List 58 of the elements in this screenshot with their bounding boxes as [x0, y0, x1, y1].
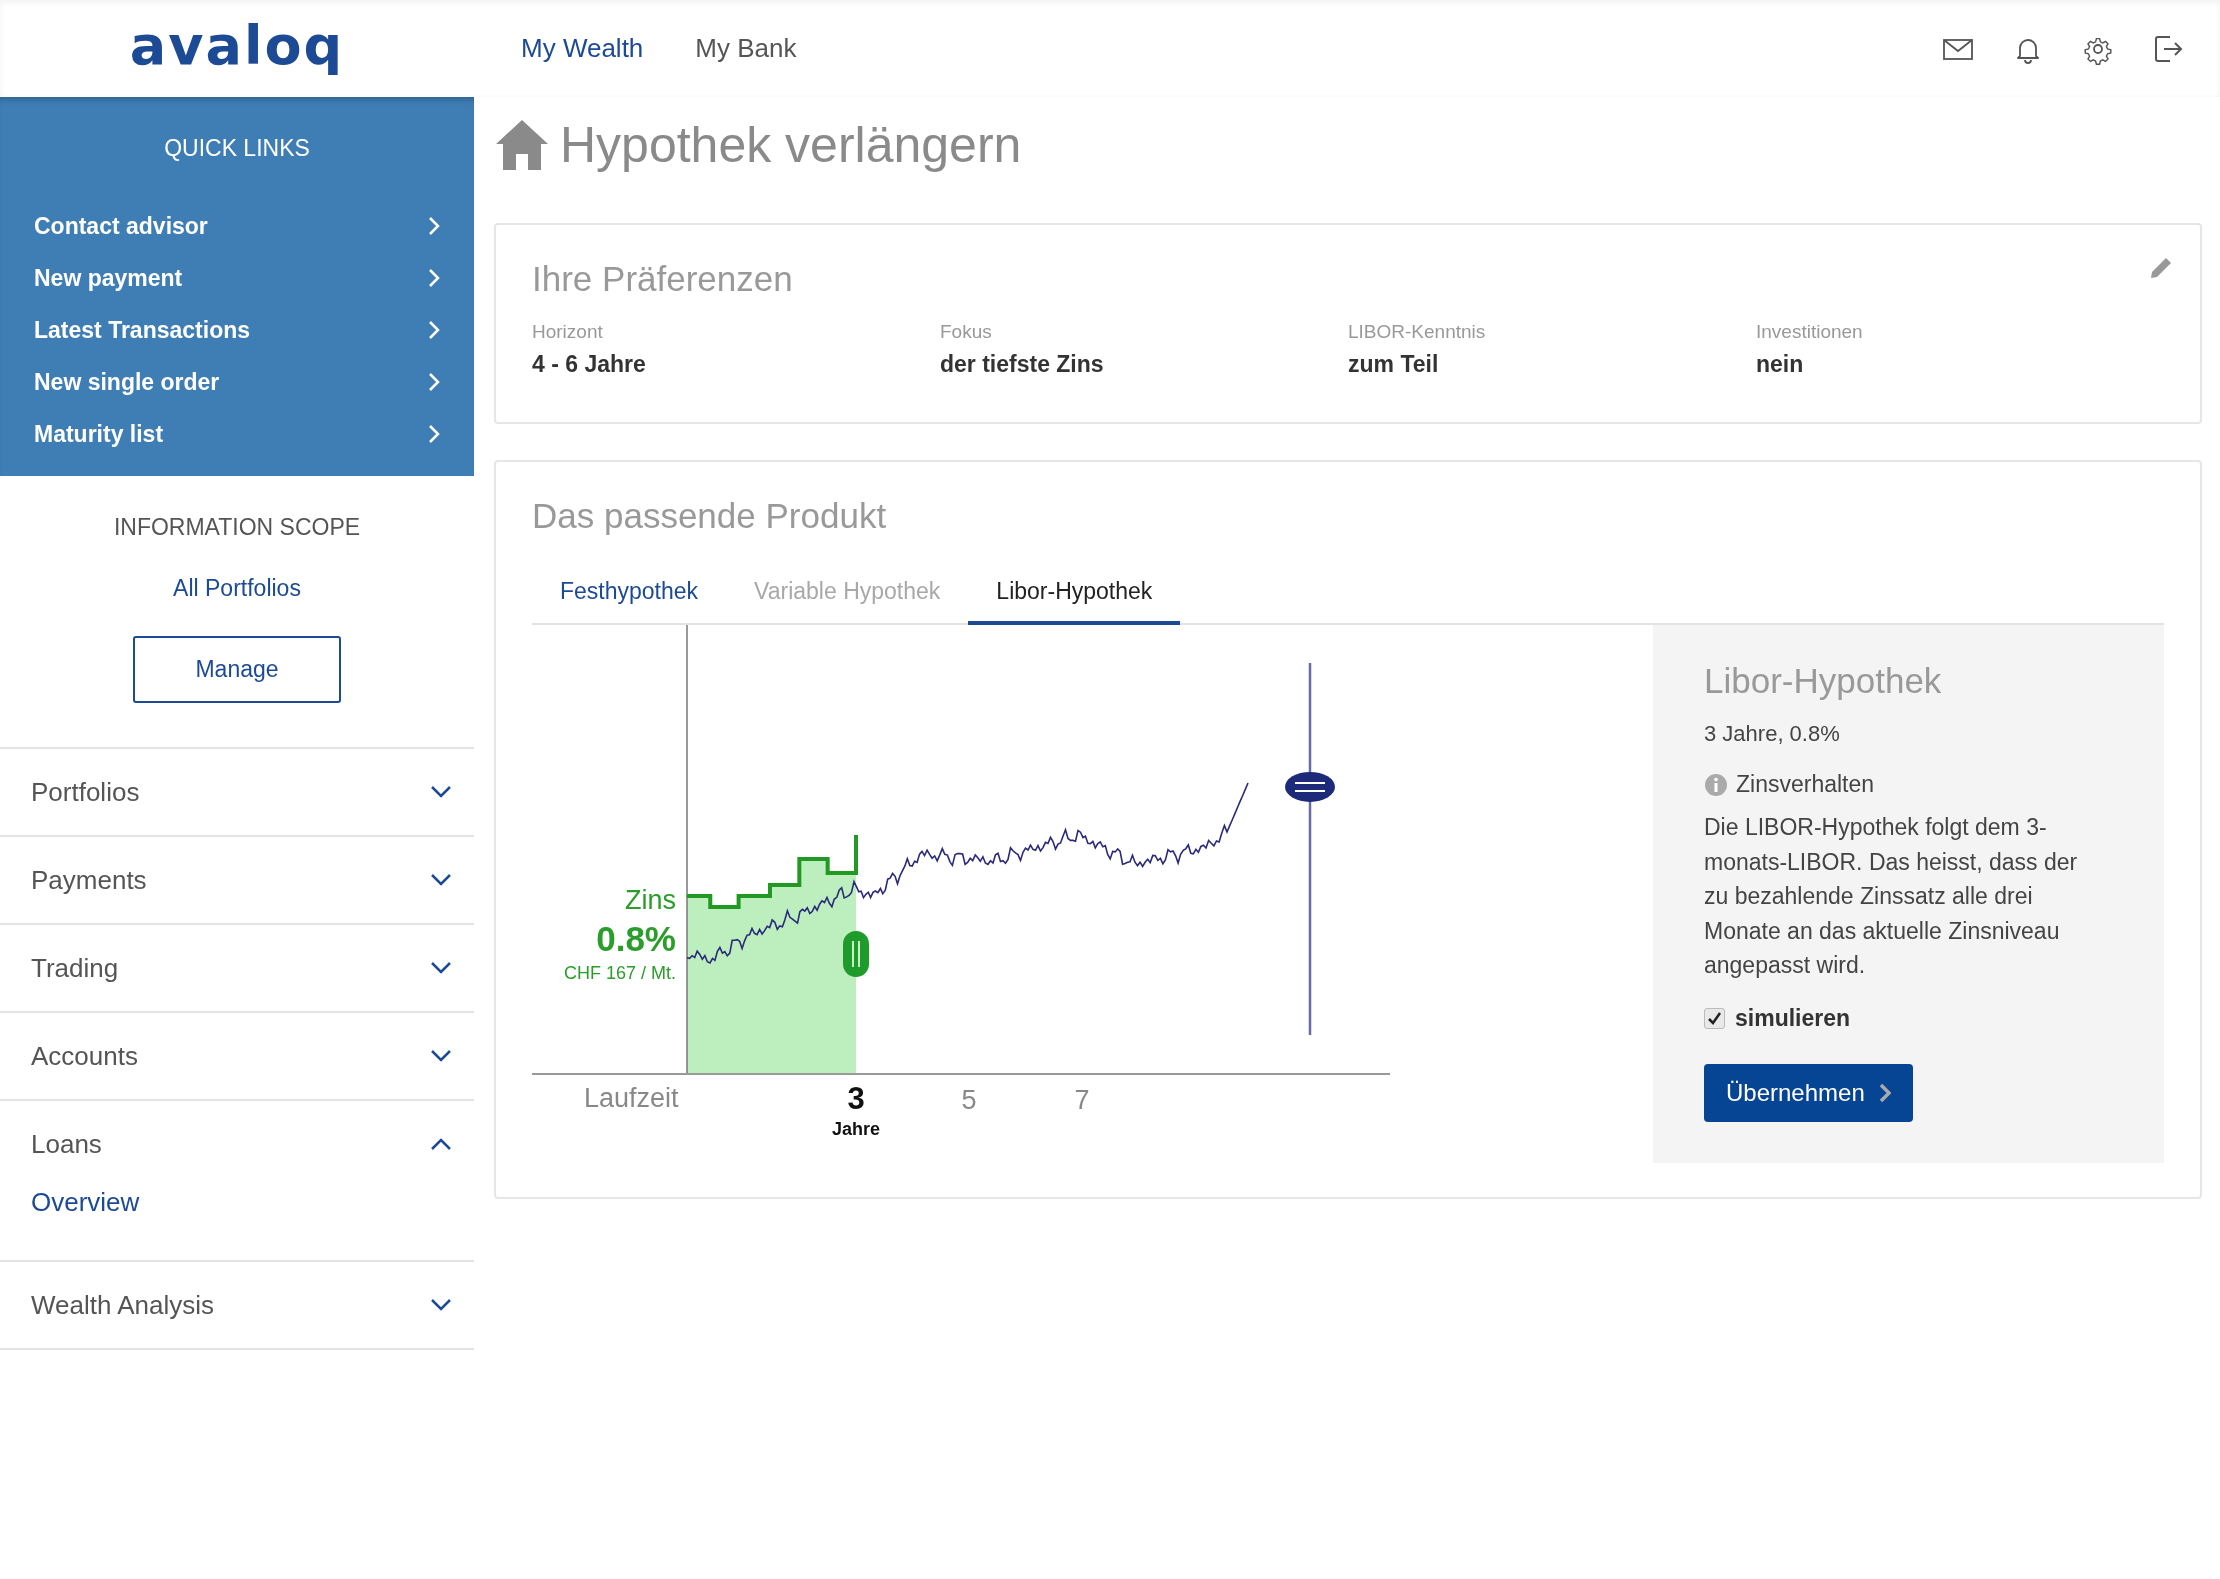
menu-item[interactable]: Trading [0, 925, 474, 1011]
menu-item[interactable]: Payments [0, 837, 474, 923]
info-icon [1704, 772, 1728, 797]
product-description: Die LIBOR-Hypothek folgt dem 3-monats-LIBOR. Das heisst, dass der zu bezahlende Zinssatz alle drei Monate an das aktuelle Zinsniveau angepasst wird. [1704, 813, 2079, 980]
preference-label: Horizont [532, 321, 604, 343]
info-label: Zinsverhalten [1736, 771, 1875, 798]
quick-link[interactable]: Maturity list [0, 408, 474, 460]
slider-thumb[interactable] [1285, 771, 1335, 802]
tab[interactable]: Festhypothek [532, 564, 727, 625]
card-title: Ihre Präferenzen [532, 259, 793, 299]
chevron-right-icon [426, 215, 442, 237]
card-title: Das passende Produkt [532, 496, 887, 535]
page-title: Hypothek verlängern [560, 116, 1022, 174]
axis-unit-label: Jahre [832, 1120, 880, 1138]
preference-value: nein [1756, 351, 1805, 378]
term-slider-handle[interactable] [843, 931, 869, 977]
quick-links-title: QUICK LINKS [163, 135, 311, 162]
simulate-checkbox[interactable] [1704, 1007, 1725, 1029]
nav-link[interactable]: My Wealth [521, 33, 644, 64]
quick-link[interactable]: New single order [0, 356, 474, 408]
quick-link[interactable]: New payment [0, 252, 474, 304]
menu-item[interactable]: Portfolios [0, 749, 474, 835]
edit-icon[interactable] [2148, 255, 2174, 281]
preference-value: der tiefste Zins [940, 351, 1105, 378]
axis-tick-label[interactable]: 7 [1074, 1087, 1090, 1114]
chevron-right-icon [1878, 1082, 1891, 1103]
quick-link[interactable]: Latest Transactions [0, 304, 474, 356]
rate-value: 0.8% [596, 921, 676, 956]
submenu-item[interactable]: Overview [31, 1187, 443, 1218]
preference-value: 4 - 6 Jahre [532, 351, 647, 378]
checkbox-label: simulieren [1735, 1004, 1851, 1032]
preference-value: zum Teil [1348, 351, 1440, 378]
axis-tick-label[interactable]: 3 [847, 1083, 865, 1114]
scope-title: INFORMATION SCOPE [113, 514, 361, 541]
product-summary: 3 Jahre, 0.8% [1704, 721, 1840, 747]
rate-label: Zins [625, 887, 676, 914]
preference-label: Investitionen [1756, 321, 1864, 343]
preference-label: Fokus [940, 321, 993, 343]
tab[interactable]: Libor-Hypothek [968, 564, 1181, 625]
preference-label: LIBOR-Kenntnis [1348, 321, 1487, 343]
product-title: Libor-Hypothek [1704, 661, 1942, 701]
manage-button[interactable]: Manage [133, 636, 341, 703]
axis-label: Laufzeit [584, 1085, 679, 1112]
chevron-right-icon [426, 319, 442, 341]
quick-link[interactable]: Contact advisor [0, 200, 474, 252]
logo[interactable]: avaloq [129, 18, 345, 73]
menu-item[interactable]: Loans [0, 1101, 474, 1187]
apply-button[interactable]: Übernehmen [1704, 1063, 1913, 1122]
menu-item[interactable]: Wealth Analysis [0, 1262, 474, 1348]
scope-link[interactable]: All Portfolios [173, 575, 301, 602]
axis-tick-label[interactable]: 5 [961, 1087, 977, 1114]
nav-link[interactable]: My Bank [695, 33, 797, 64]
chevron-right-icon [426, 371, 442, 393]
monthly-cost: CHF 167 / Mt. [563, 964, 676, 982]
menu-item[interactable]: Accounts [0, 1013, 474, 1099]
home-icon [494, 118, 550, 172]
chevron-right-icon [426, 423, 442, 445]
chevron-right-icon [426, 267, 442, 289]
